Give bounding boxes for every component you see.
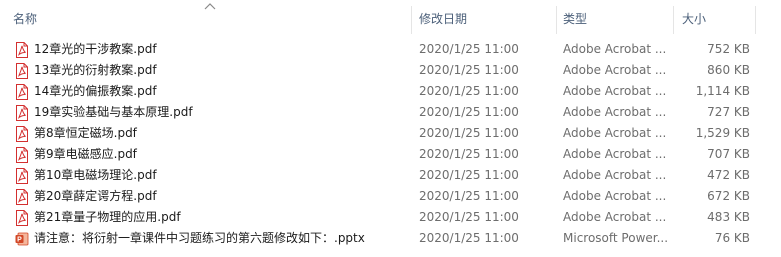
column-header-type[interactable]: 类型 bbox=[563, 0, 587, 38]
file-type: Adobe Acrobat ... bbox=[563, 63, 667, 77]
file-row[interactable]: 第20章薛定谔方程.pdf 2020/1/25 11:00 Adobe Acroba… bbox=[0, 186, 781, 207]
column-divider[interactable] bbox=[411, 6, 412, 34]
file-modified-date: 2020/1/25 11:00 bbox=[419, 63, 519, 77]
file-type: Adobe Acrobat ... bbox=[563, 147, 667, 161]
file-name: 12章光的干涉教案.pdf bbox=[34, 42, 157, 56]
pdf-icon bbox=[16, 126, 28, 142]
file-size: 860 KB bbox=[707, 63, 750, 77]
file-name: 第10章电磁场理论.pdf bbox=[34, 168, 157, 182]
file-modified-date: 2020/1/25 11:00 bbox=[419, 231, 519, 245]
file-modified-date: 2020/1/25 11:00 bbox=[419, 147, 519, 161]
file-row[interactable]: 第10章电磁场理论.pdf 2020/1/25 11:00 Adobe Acroba… bbox=[0, 165, 781, 186]
file-name: 第21章量子物理的应用.pdf bbox=[34, 210, 181, 224]
file-size: 672 KB bbox=[707, 189, 750, 203]
file-modified-date: 2020/1/25 11:00 bbox=[419, 189, 519, 203]
column-divider[interactable] bbox=[673, 6, 674, 34]
pdf-icon bbox=[16, 210, 28, 226]
file-modified-date: 2020/1/25 11:00 bbox=[419, 168, 519, 182]
file-name: 第9章电磁感应.pdf bbox=[34, 147, 137, 161]
file-list: 12章光的干涉教案.pdf 2020/1/25 11:00 Adobe Acroba… bbox=[0, 39, 781, 249]
pptx-icon: P bbox=[15, 232, 29, 246]
file-size: 472 KB bbox=[707, 168, 750, 182]
column-header: 名称 修改日期 类型 大小 bbox=[0, 0, 781, 38]
file-type: Adobe Acrobat ... bbox=[563, 210, 667, 224]
file-type: Adobe Acrobat ... bbox=[563, 105, 667, 119]
file-type: Adobe Acrobat ... bbox=[563, 168, 667, 182]
file-type: Adobe Acrobat ... bbox=[563, 126, 667, 140]
pdf-icon bbox=[16, 105, 28, 121]
file-type: Adobe Acrobat ... bbox=[563, 42, 667, 56]
column-header-name[interactable]: 名称 bbox=[13, 0, 37, 38]
pdf-icon bbox=[16, 189, 28, 205]
pdf-icon bbox=[16, 63, 28, 79]
file-row[interactable]: 14章光的偏振教案.pdf 2020/1/25 11:00 Adobe Acroba… bbox=[0, 81, 781, 102]
pdf-icon bbox=[16, 147, 28, 163]
file-modified-date: 2020/1/25 11:00 bbox=[419, 210, 519, 224]
column-divider[interactable] bbox=[556, 6, 557, 34]
file-row[interactable]: 第8章恒定磁场.pdf 2020/1/25 11:00 Adobe Acrobat … bbox=[0, 123, 781, 144]
file-modified-date: 2020/1/25 11:00 bbox=[419, 84, 519, 98]
file-size: 483 KB bbox=[707, 210, 750, 224]
file-row[interactable]: P 请注意：将衍射一章课件中习题练习的第六题修改如下：.pptx 2020/1/2… bbox=[0, 228, 781, 249]
file-size: 1,114 KB bbox=[695, 84, 750, 98]
file-row[interactable]: 第9章电磁感应.pdf 2020/1/25 11:00 Adobe Acrobat … bbox=[0, 144, 781, 165]
file-size: 1,529 KB bbox=[695, 126, 750, 140]
column-divider[interactable] bbox=[755, 6, 756, 34]
file-row[interactable]: 19章实验基础与基本原理.pdf 2020/1/25 11:00 Adobe Acr… bbox=[0, 102, 781, 123]
file-type: Microsoft Power... bbox=[563, 231, 669, 245]
svg-text:P: P bbox=[17, 237, 22, 244]
file-modified-date: 2020/1/25 11:00 bbox=[419, 126, 519, 140]
file-modified-date: 2020/1/25 11:00 bbox=[419, 105, 519, 119]
file-name: 第20章薛定谔方程.pdf bbox=[34, 189, 157, 203]
file-row[interactable]: 12章光的干涉教案.pdf 2020/1/25 11:00 Adobe Acroba… bbox=[0, 39, 781, 60]
file-name: 14章光的偏振教案.pdf bbox=[34, 84, 157, 98]
file-name: 19章实验基础与基本原理.pdf bbox=[34, 105, 193, 119]
file-modified-date: 2020/1/25 11:00 bbox=[419, 42, 519, 56]
pdf-icon bbox=[16, 168, 28, 184]
file-name: 请注意：将衍射一章课件中习题练习的第六题修改如下：.pptx bbox=[34, 231, 365, 245]
file-type: Adobe Acrobat ... bbox=[563, 84, 667, 98]
file-size: 727 KB bbox=[707, 105, 750, 119]
file-name: 13章光的衍射教案.pdf bbox=[34, 63, 157, 77]
file-name: 第8章恒定磁场.pdf bbox=[34, 126, 137, 140]
sort-ascending-icon bbox=[204, 3, 216, 10]
pdf-icon bbox=[16, 42, 28, 58]
file-size: 707 KB bbox=[707, 147, 750, 161]
file-size: 752 KB bbox=[707, 42, 750, 56]
file-row[interactable]: 第21章量子物理的应用.pdf 2020/1/25 11:00 Adobe Acro… bbox=[0, 207, 781, 228]
column-header-date[interactable]: 修改日期 bbox=[419, 0, 467, 38]
column-header-size[interactable]: 大小 bbox=[682, 0, 706, 38]
pdf-icon bbox=[16, 84, 28, 100]
file-type: Adobe Acrobat ... bbox=[563, 189, 667, 203]
file-size: 76 KB bbox=[714, 231, 750, 245]
file-row[interactable]: 13章光的衍射教案.pdf 2020/1/25 11:00 Adobe Acroba… bbox=[0, 60, 781, 81]
